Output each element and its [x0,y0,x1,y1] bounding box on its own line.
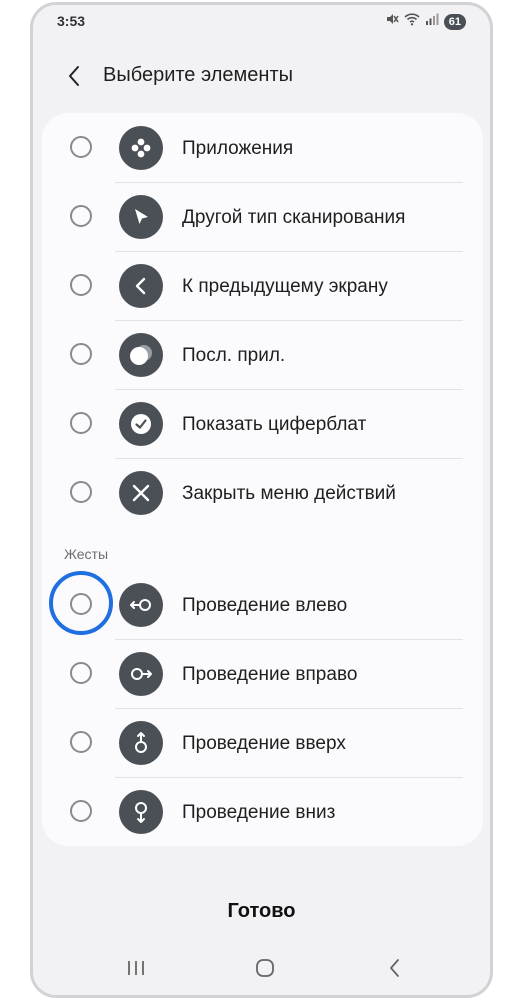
swipe-down-icon [119,790,163,834]
header: Выберите элементы [33,55,490,99]
item-label: Другой тип сканирования [182,207,406,228]
item-label: Проведение вверх [182,733,346,754]
swipe-right-icon [119,652,163,696]
nav-back-icon [390,959,399,977]
list-item-swipe-down[interactable]: Проведение вниз [42,778,483,847]
list-item-swipe-up[interactable]: Проведение вверх [42,709,483,778]
home-button[interactable] [250,953,280,983]
status-time: 3:53 [57,13,86,29]
list-item-swipe-right[interactable]: Проведение вправо [42,640,483,709]
radio-button[interactable] [70,136,92,158]
back-button[interactable] [59,61,89,91]
page-title: Выберите элементы [103,64,293,86]
item-label: Показать циферблат [182,414,367,435]
nav-back-button[interactable] [380,953,410,983]
radio-button[interactable] [70,593,92,615]
section-header-gestures: Жесты [64,546,109,562]
back-icon [119,264,163,308]
item-label: Проведение влево [182,595,348,616]
home-icon [256,959,274,977]
status-icons: 61 [385,12,466,31]
swipe-up-icon [119,721,163,765]
list-item-previous-screen[interactable]: К предыдущему экрану [42,252,483,321]
radio-button[interactable] [70,274,92,296]
item-label: К предыдущему экрану [182,276,388,297]
pointer-icon [119,195,163,239]
radio-button[interactable] [70,343,92,365]
chevron-left-icon [69,66,79,86]
list-item-swipe-left[interactable]: Проведение влево [42,571,483,640]
radio-button[interactable] [70,731,92,753]
item-label: Приложения [182,138,294,159]
list-item-close-menu[interactable]: Закрыть меню действий [42,459,483,528]
apps-icon [119,126,163,170]
radio-button[interactable] [70,800,92,822]
radio-button[interactable] [70,481,92,503]
list-item-scan-type[interactable]: Другой тип сканирования [42,183,483,252]
clock-icon [119,402,163,446]
mute-icon [385,12,399,31]
list-item-apps[interactable]: Приложения [42,114,483,183]
items-card: Приложения Другой тип сканирования К пре… [42,113,483,846]
radio-button[interactable] [70,662,92,684]
swipe-left-icon [119,583,163,627]
item-label: Проведение вниз [182,802,336,823]
close-icon [119,471,163,515]
list-item-show-watchface[interactable]: Показать циферблат [42,390,483,459]
item-label: Проведение вправо [182,664,358,685]
wifi-icon [404,12,420,31]
navigation-bar [33,939,490,995]
signal-icon [425,12,439,31]
status-bar: 3:53 61 [33,5,490,39]
recent-apps-icon [119,333,163,377]
done-button[interactable]: Готово [33,900,490,923]
item-label: Закрыть меню действий [182,483,396,504]
item-label: Посл. прил. [182,345,286,366]
battery-indicator: 61 [443,13,466,30]
recents-icon [128,961,144,975]
list-item-recent-apps[interactable]: Посл. прил. [42,321,483,390]
recents-button[interactable] [121,953,151,983]
radio-button[interactable] [70,412,92,434]
radio-button[interactable] [70,205,92,227]
phone-frame: 3:53 61 Выберите элементы Приложения Дру… [30,2,493,998]
